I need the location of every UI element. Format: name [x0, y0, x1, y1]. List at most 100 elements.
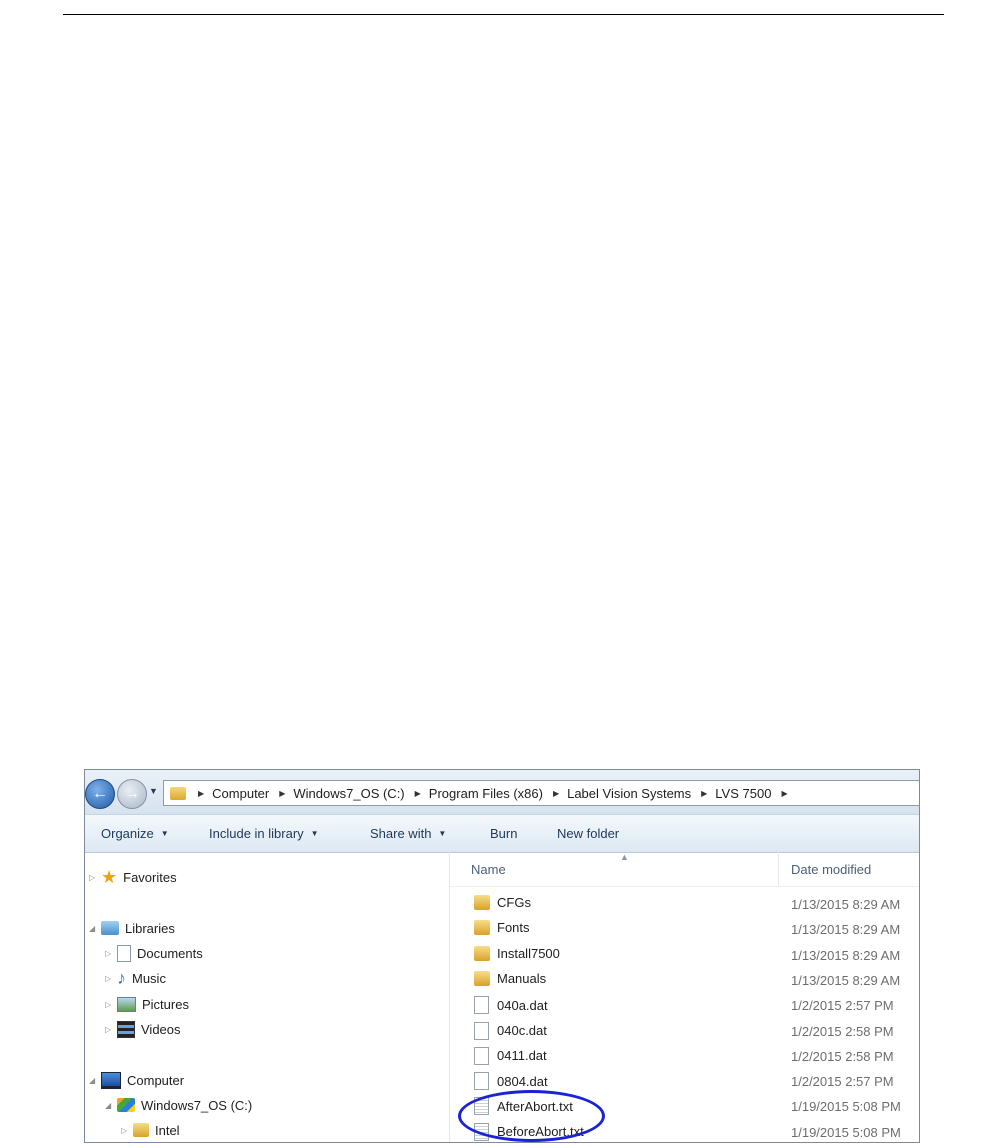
- address-bar[interactable]: ▶ Computer ▶ Windows7_OS (C:) ▶ Program Fi…: [163, 780, 919, 806]
- tree-item-favorites[interactable]: ▷ ★ Favorites: [89, 866, 177, 888]
- file-row[interactable]: AfterAbort.txt 1/19/2015 5:08 PM: [450, 1094, 919, 1119]
- file-date-cell: 1/2/2015 2:57 PM: [791, 998, 894, 1014]
- breadcrumb-computer[interactable]: Computer ▶: [212, 786, 293, 801]
- expand-triangle-icon[interactable]: ▷: [89, 873, 101, 882]
- file-name-text: CFGs: [497, 895, 531, 910]
- file-date-cell: 1/19/2015 5:08 PM: [791, 1099, 901, 1115]
- pictures-icon: [117, 996, 136, 1012]
- breadcrumb-lvs7500[interactable]: LVS 7500 ▶: [715, 786, 795, 801]
- chevron-right-icon: ▶: [701, 788, 708, 798]
- file-row[interactable]: Manuals 1/13/2015 8:29 AM: [450, 968, 919, 993]
- folder-icon: [170, 786, 186, 800]
- tree-item-pictures[interactable]: ▷ Pictures: [105, 993, 189, 1015]
- chevron-right-icon: ▶: [279, 788, 286, 798]
- tree-item-drive-c[interactable]: ◢ Windows7_OS (C:): [105, 1094, 252, 1116]
- burn-button[interactable]: Burn: [490, 826, 517, 841]
- expand-triangle-icon[interactable]: ▷: [121, 1126, 133, 1135]
- document-icon: [117, 944, 131, 962]
- organize-button[interactable]: Organize ▼: [101, 826, 169, 841]
- file-date-cell: 1/2/2015 2:57 PM: [791, 1074, 894, 1090]
- collapse-triangle-icon[interactable]: ◢: [105, 1101, 117, 1110]
- file-icon: [474, 996, 489, 1015]
- column-header-name[interactable]: Name: [471, 862, 506, 877]
- tree-label: Windows7_OS (C:): [141, 1097, 253, 1113]
- tree-label: Computer: [127, 1072, 185, 1088]
- column-header-row: ▲ Name Date modified: [450, 852, 919, 887]
- folder-icon: [474, 945, 490, 961]
- file-name-text: 0411.dat: [497, 1048, 547, 1064]
- new-folder-button[interactable]: New folder: [557, 826, 619, 841]
- text-file-icon: [474, 1097, 489, 1116]
- tree-item-intel[interactable]: ▷ Intel: [121, 1119, 180, 1141]
- file-icon: [474, 1072, 489, 1091]
- explorer-window: ← → ▼ ▶ Computer ▶ Windows7_OS (C:) ▶ Prog…: [84, 769, 920, 1143]
- music-note-icon: ♪: [117, 968, 126, 988]
- file-date-cell: 1/2/2015 2:58 PM: [791, 1048, 894, 1064]
- chevron-right-icon: ▶: [781, 788, 788, 798]
- tree-label: Music: [132, 970, 166, 986]
- breadcrumb-root-arrow[interactable]: ▶: [194, 789, 212, 798]
- tree-item-music[interactable]: ▷ ♪ Music: [105, 967, 166, 989]
- file-name-cell: Fonts: [474, 920, 530, 936]
- file-name-text: Fonts: [497, 920, 530, 936]
- folder-icon: [474, 920, 490, 936]
- share-with-label: Share with: [370, 826, 432, 841]
- file-name-text: Manuals: [497, 970, 547, 986]
- file-date-cell: 1/13/2015 8:29 AM: [791, 947, 901, 963]
- tree-label: Favorites: [123, 869, 177, 885]
- file-row[interactable]: Fonts 1/13/2015 8:29 AM: [450, 917, 919, 942]
- command-bar: Organize ▼ Include in library ▼ Share with…: [85, 814, 919, 853]
- windows-drive-icon: [117, 1098, 135, 1112]
- file-date-cell: 1/13/2015 8:29 AM: [791, 972, 901, 988]
- tree-item-libraries[interactable]: ◢ Libraries: [89, 917, 175, 939]
- file-row[interactable]: 040c.dat 1/2/2015 2:58 PM: [450, 1019, 919, 1044]
- share-with-button[interactable]: Share with ▼: [370, 826, 446, 841]
- back-arrow-icon: ←: [92, 785, 108, 802]
- tree-label: Pictures: [142, 996, 189, 1012]
- chevron-down-icon: ▼: [160, 829, 169, 838]
- back-button[interactable]: ←: [85, 779, 115, 809]
- expand-triangle-icon[interactable]: ▷: [105, 974, 117, 983]
- file-name-text: 040c.dat: [497, 1023, 547, 1038]
- expand-triangle-icon[interactable]: ▷: [105, 949, 117, 958]
- file-row[interactable]: 040a.dat 1/2/2015 2:57 PM: [450, 993, 919, 1018]
- tree-item-videos[interactable]: ▷ Videos: [105, 1018, 181, 1040]
- chevron-down-icon: ▼: [438, 829, 447, 838]
- collapse-triangle-icon[interactable]: ◢: [89, 924, 101, 933]
- computer-icon: [101, 1071, 121, 1089]
- file-row[interactable]: 0804.dat 1/2/2015 2:57 PM: [450, 1069, 919, 1094]
- file-name-text: 040a.dat: [497, 997, 548, 1013]
- collapse-triangle-icon[interactable]: ◢: [89, 1076, 101, 1085]
- tree-label: Intel: [155, 1122, 180, 1138]
- file-row[interactable]: BeforeAbort.txt 1/19/2015 5:08 PM: [450, 1120, 919, 1142]
- expand-triangle-icon[interactable]: ▷: [105, 1025, 117, 1034]
- breadcrumb-label-vision[interactable]: Label Vision Systems ▶: [567, 786, 715, 801]
- file-row[interactable]: 0411.dat 1/2/2015 2:58 PM: [450, 1044, 919, 1069]
- expand-triangle-icon[interactable]: ▷: [105, 1000, 117, 1009]
- file-name-cell: CFGs: [474, 895, 531, 910]
- file-name-text: BeforeAbort.txt: [497, 1124, 584, 1140]
- chevron-right-icon: ▶: [414, 788, 421, 798]
- breadcrumb-drive[interactable]: Windows7_OS (C:) ▶: [293, 786, 428, 801]
- column-divider[interactable]: [778, 852, 779, 886]
- recent-pages-dropdown-icon[interactable]: ▼: [149, 786, 158, 796]
- file-name-cell: BeforeAbort.txt: [474, 1122, 584, 1141]
- address-row: ← → ▼ ▶ Computer ▶ Windows7_OS (C:) ▶ Prog…: [85, 770, 919, 814]
- text-file-icon: [474, 1122, 489, 1141]
- file-name-text: 0804.dat: [497, 1073, 548, 1089]
- file-icon: [474, 1046, 489, 1065]
- chevron-down-icon: ▼: [310, 829, 319, 838]
- include-in-library-button[interactable]: Include in library ▼: [209, 826, 319, 841]
- film-strip-icon: [117, 1020, 135, 1038]
- breadcrumb-program-files[interactable]: Program Files (x86) ▶: [429, 786, 567, 801]
- file-row[interactable]: Install7500 1/13/2015 8:29 AM: [450, 943, 919, 968]
- tree-label: Documents: [137, 945, 203, 961]
- organize-label: Organize: [101, 826, 154, 841]
- forward-button[interactable]: →: [117, 779, 147, 809]
- file-date-cell: 1/19/2015 5:08 PM: [791, 1124, 901, 1140]
- tree-item-documents[interactable]: ▷ Documents: [105, 942, 203, 964]
- column-header-date-modified[interactable]: Date modified: [791, 862, 871, 877]
- star-icon: ★: [101, 867, 118, 887]
- file-row[interactable]: CFGs 1/13/2015 8:29 AM: [450, 892, 919, 917]
- tree-item-computer[interactable]: ◢ Computer: [89, 1069, 184, 1091]
